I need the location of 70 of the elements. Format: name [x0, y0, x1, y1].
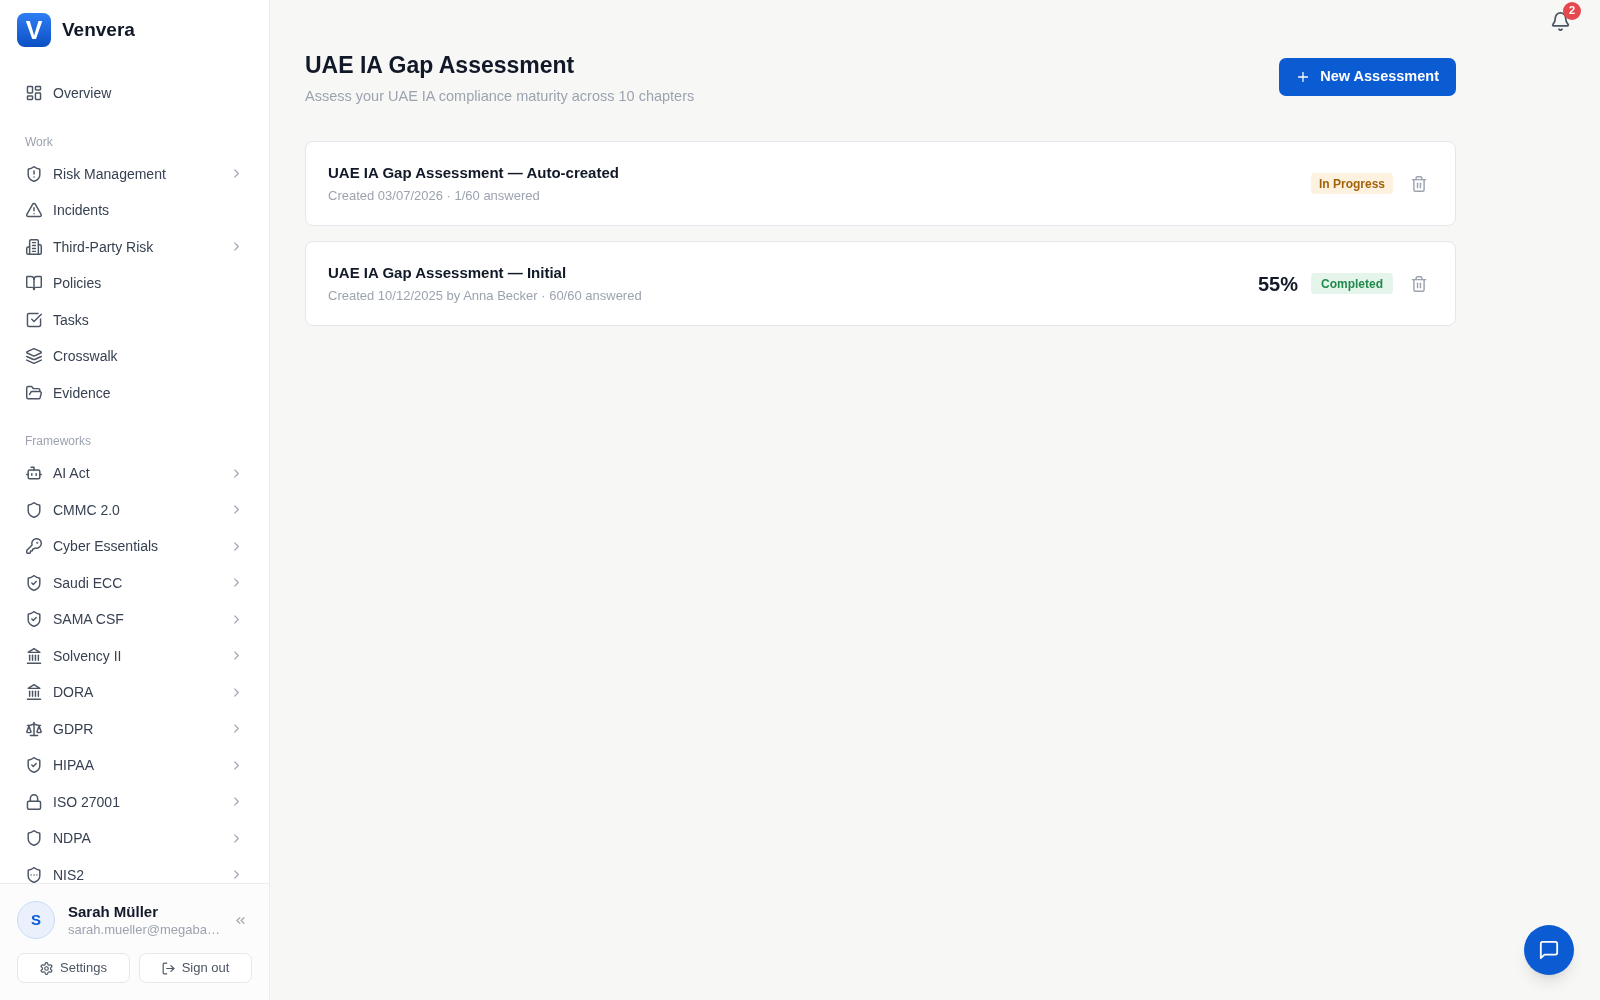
nav-item[interactable]: GDPR — [12, 710, 257, 747]
building-icon — [26, 238, 42, 255]
page-title: UAE IA Gap Assessment — [305, 51, 576, 80]
nav-item[interactable]: Saudi ECC — [12, 564, 257, 601]
brand-name: Venvera — [62, 18, 135, 42]
warning-icon — [26, 202, 42, 219]
nav-item[interactable]: Evidence — [12, 374, 257, 411]
bank-icon — [26, 684, 42, 701]
nav-item[interactable]: Policies — [12, 265, 257, 302]
settings-icon — [40, 961, 53, 975]
status-badge: Completed — [1311, 273, 1393, 294]
assessment-score: 55% — [1257, 271, 1298, 296]
assessment-meta: Created 03/07/2026 · 1/60 answered — [328, 186, 541, 205]
nav-item[interactable]: Incidents — [12, 192, 257, 229]
nav-item[interactable]: Overview — [12, 75, 257, 112]
assessment-card[interactable]: UAE IA Gap Assessment — Auto-created Created 03/07/2026 · 1/60 answered In Progress — [305, 141, 1456, 226]
section-label: Work — [24, 133, 54, 150]
nav-item[interactable]: Solvency II — [12, 637, 257, 674]
notification-bell-icon[interactable] — [1551, 11, 1570, 31]
nav-item[interactable]: Third-Party Risk — [12, 228, 257, 265]
shield-check-icon — [26, 757, 42, 774]
shield-alert-icon — [26, 165, 42, 182]
checkbox-icon — [26, 311, 42, 328]
nav-item[interactable]: SAMA CSF — [12, 601, 257, 638]
assessment-title: UAE IA Gap Assessment — Auto-created — [328, 162, 620, 183]
nav-item[interactable]: CMMC 2.0 — [12, 491, 257, 528]
nav-item[interactable]: ISO 27001 — [12, 783, 257, 820]
notification-badge: 2 — [1563, 1, 1581, 20]
shield-icon — [26, 830, 42, 847]
key-icon — [26, 538, 42, 555]
user-email: sarah.mueller@megaba… — [68, 920, 221, 939]
user-name: Sarah Müller — [68, 901, 160, 921]
assessment-meta: Created 10/12/2025 by Anna Becker · 60/60 answered — [328, 286, 643, 305]
nav-item[interactable]: Tasks — [12, 301, 257, 338]
nav-item[interactable]: Crosswalk — [12, 338, 257, 375]
new-assessment-button[interactable]: New Assessment — [1279, 58, 1456, 96]
shield-check-icon — [26, 611, 42, 628]
chat-button[interactable] — [1524, 925, 1574, 975]
assessment-title: UAE IA Gap Assessment — Initial — [328, 262, 568, 283]
nav-item[interactable]: HIPAA — [12, 747, 257, 784]
layers-icon — [26, 348, 42, 365]
nav-item[interactable]: Cyber Essentials — [12, 528, 257, 565]
lock-icon — [26, 793, 42, 810]
page-subtitle: Assess your UAE IA compliance maturity across 10 chapters — [305, 87, 695, 106]
section-label: Frameworks — [24, 433, 92, 449]
settings-button[interactable]: Settings — [17, 953, 130, 983]
shield-check-icon — [26, 574, 42, 591]
assessment-card[interactable]: UAE IA Gap Assessment — Initial Created 10/12/2025 by Anna Becker · 60/60 answered 55% Completed — [305, 241, 1456, 326]
trash-icon[interactable] — [1411, 275, 1427, 292]
sign-out-icon — [161, 961, 175, 975]
book-icon — [26, 275, 42, 292]
shield-dots-icon — [26, 866, 42, 883]
nav-item[interactable]: AI Act — [12, 455, 257, 492]
nav-item[interactable]: Risk Management — [12, 155, 257, 192]
trash-icon[interactable] — [1411, 175, 1427, 192]
nav-item[interactable]: NIS2 — [12, 856, 257, 883]
scales-icon — [26, 720, 42, 737]
bank-icon — [26, 647, 42, 664]
folder-icon — [26, 384, 42, 401]
robot-icon — [26, 465, 42, 482]
sign-out-button[interactable]: Sign out — [139, 953, 252, 983]
status-badge: In Progress — [1311, 173, 1393, 194]
nav-item[interactable]: NDPA — [12, 820, 257, 857]
chat-icon — [1539, 940, 1559, 960]
shield-icon — [26, 501, 42, 518]
plus-icon — [1296, 70, 1311, 84]
dashboard-icon — [26, 85, 42, 102]
nav-item[interactable]: DORA — [12, 674, 257, 711]
app-logo: V — [17, 13, 51, 47]
avatar: S — [17, 901, 55, 939]
